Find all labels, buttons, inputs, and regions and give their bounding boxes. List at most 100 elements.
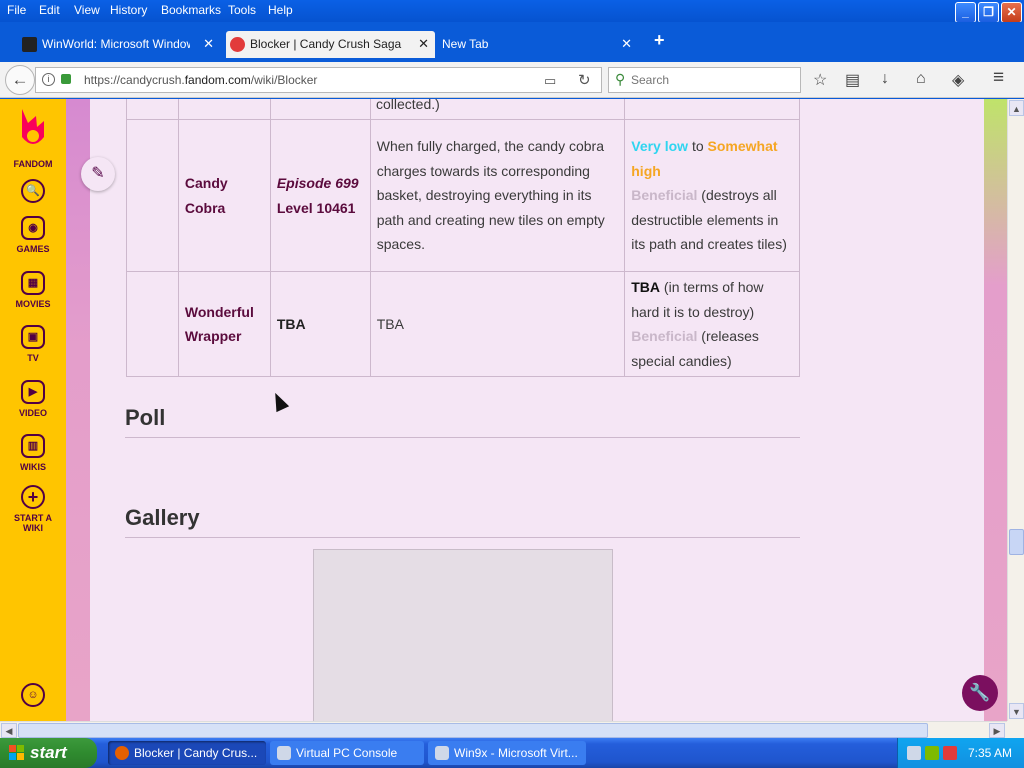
home-icon[interactable]: ⌂ — [916, 70, 926, 88]
tv-icon: ▣ — [21, 325, 45, 349]
movies-link[interactable]: ▦ MOVIES — [0, 271, 66, 309]
scroll-down-arrow-icon[interactable]: ▼ — [1009, 703, 1024, 719]
search-input[interactable] — [631, 73, 791, 87]
first-appearance[interactable]: Episode 699 Level 10461 — [269, 119, 371, 272]
security-icon[interactable] — [925, 746, 939, 760]
bookmark-star-icon[interactable]: ☆ — [813, 70, 827, 90]
info-icon[interactable]: i — [42, 73, 55, 86]
fandom-logo-icon[interactable] — [16, 107, 50, 153]
user-icon: ☺ — [21, 683, 45, 707]
system-tray: 7:35 AM — [897, 738, 1024, 768]
reader-view-icon[interactable]: ▭ — [544, 73, 556, 89]
fandom-global-nav: FANDOM 🔍 ◉ GAMES ▦ MOVIES ▣ TV ▶ VIDEO ▥… — [0, 99, 66, 721]
start-a-wiki-link[interactable]: + START A WIKI — [0, 485, 66, 533]
menu-edit[interactable]: Edit — [39, 3, 60, 17]
tab-title: WinWorld: Microsoft Windows... — [42, 37, 190, 51]
table-row: Wonderful Wrapper TBA TBA TBA (in terms o… — [126, 271, 800, 377]
start-button[interactable]: start — [0, 738, 97, 768]
right-rail — [837, 99, 984, 721]
table-cell — [624, 99, 800, 120]
blocker-name[interactable]: Wonderful Wrapper — [177, 271, 271, 377]
virtual-pc-icon — [277, 746, 291, 760]
article-content: Candy Cobra Episode 699 Level 10461 When f… — [90, 99, 837, 721]
nav-bar: ← i https://candycrush.fandom.com/wiki/B… — [0, 62, 1024, 98]
new-tab-button[interactable]: + — [654, 30, 665, 51]
background-decoration — [984, 99, 1008, 721]
blocker-name[interactable]: Candy Cobra — [177, 119, 271, 272]
games-link[interactable]: ◉ GAMES — [0, 216, 66, 254]
gallery-heading: Gallery — [125, 505, 800, 538]
clock: 7:35 AM — [968, 746, 1013, 760]
beneficial-label: Beneficial — [631, 187, 698, 204]
vertical-scrollbar[interactable]: ▲ ▼ — [1007, 99, 1024, 721]
tab-title: New Tab — [442, 37, 489, 51]
taskbar: start Blocker | Candy Crus... Virtual PC… — [0, 738, 1024, 768]
back-button[interactable]: ← — [5, 65, 35, 95]
winworld-favicon-icon — [22, 37, 37, 52]
horizontal-scrollbar[interactable]: ◀ ▶ — [0, 721, 1007, 738]
video-icon: ▶ — [21, 380, 45, 404]
close-window-button[interactable]: ✕ — [1001, 2, 1022, 23]
lock-icon — [61, 74, 71, 84]
url-bar[interactable]: i https://candycrush.fandom.com/wiki/Blo… — [35, 67, 602, 93]
table-row — [126, 99, 800, 120]
video-link[interactable]: ▶ VIDEO — [0, 380, 66, 418]
table-fragment-text: collected.) — [376, 99, 440, 112]
wikis-icon: ▥ — [21, 434, 45, 458]
scroll-right-arrow-icon[interactable]: ▶ — [989, 723, 1005, 738]
tab-close-icon[interactable]: ✕ — [203, 31, 214, 57]
minimize-button[interactable]: _ — [955, 2, 976, 23]
movies-icon: ▦ — [21, 271, 45, 295]
tv-link[interactable]: ▣ TV — [0, 325, 66, 363]
scroll-left-arrow-icon[interactable]: ◀ — [1, 723, 17, 738]
windows-flag-icon — [9, 745, 24, 760]
menu-help[interactable]: Help — [268, 3, 293, 17]
search-link[interactable]: 🔍 — [0, 179, 66, 207]
difficulty-tba: TBA — [631, 279, 661, 295]
background-decoration — [66, 99, 90, 721]
menu-bookmarks[interactable]: Bookmarks — [161, 3, 221, 17]
edit-pencil-button[interactable]: ✎ — [81, 157, 115, 191]
menu-file[interactable]: File — [7, 3, 26, 17]
reload-icon[interactable]: ↻ — [578, 71, 591, 89]
vertical-scroll-thumb[interactable] — [1009, 529, 1024, 555]
tab-close-icon[interactable]: ✕ — [621, 31, 632, 57]
taskbar-firefox[interactable]: Blocker | Candy Crus... — [108, 741, 266, 765]
search-engine-icon: ⚲ — [615, 71, 626, 87]
horizontal-scroll-thumb[interactable] — [18, 723, 928, 738]
image-cell — [126, 119, 179, 272]
tab-blocker[interactable]: Blocker | Candy Crush Saga ... ✕ — [226, 31, 435, 58]
taskbar-win9x[interactable]: Win9x - Microsoft Virt... — [428, 741, 586, 765]
tab-new[interactable]: New Tab ✕ — [418, 31, 638, 58]
menu-view[interactable]: View — [74, 3, 100, 17]
network-icon[interactable] — [907, 746, 921, 760]
pocket-icon[interactable]: ◈ — [952, 70, 964, 90]
restore-button[interactable]: ❐ — [978, 2, 999, 23]
bookmarks-list-icon[interactable]: ▤ — [845, 70, 860, 90]
downloads-icon[interactable]: ↓ — [881, 70, 889, 88]
beneficial-label: Beneficial — [631, 328, 698, 344]
wrench-tools-button[interactable]: 🔧 — [962, 675, 998, 711]
page-viewport: FANDOM 🔍 ◉ GAMES ▦ MOVIES ▣ TV ▶ VIDEO ▥… — [0, 99, 1024, 721]
shield-icon[interactable] — [943, 746, 957, 760]
wikis-link[interactable]: ▥ WIKIS — [0, 434, 66, 472]
blocker-description: TBA — [369, 271, 626, 377]
hamburger-menu-icon[interactable]: ≡ — [993, 67, 1004, 89]
fandom-home-link[interactable]: FANDOM — [0, 159, 66, 169]
search-box[interactable]: ⚲ — [608, 67, 801, 93]
scroll-up-arrow-icon[interactable]: ▲ — [1009, 100, 1024, 116]
image-cell — [126, 271, 179, 377]
menu-bar: File Edit View History Bookmarks Tools H… — [0, 0, 1024, 23]
difficulty-cell: Very low to Somewhat high Beneficial (de… — [624, 119, 800, 272]
games-icon: ◉ — [21, 216, 45, 240]
user-account-link[interactable]: ☺ — [0, 683, 66, 711]
tab-winworld[interactable]: WinWorld: Microsoft Windows... ✕ — [18, 31, 220, 58]
gallery-image[interactable] — [313, 549, 613, 721]
menu-tools[interactable]: Tools — [228, 3, 256, 17]
search-icon: 🔍 — [21, 179, 45, 203]
table-row: Candy Cobra Episode 699 Level 10461 When f… — [126, 119, 800, 272]
menu-history[interactable]: History — [110, 3, 147, 17]
candy-favicon-icon — [230, 37, 245, 52]
url-text[interactable]: https://candycrush.fandom.com/wiki/Block… — [84, 73, 317, 87]
taskbar-virtual-pc-console[interactable]: Virtual PC Console — [270, 741, 424, 765]
